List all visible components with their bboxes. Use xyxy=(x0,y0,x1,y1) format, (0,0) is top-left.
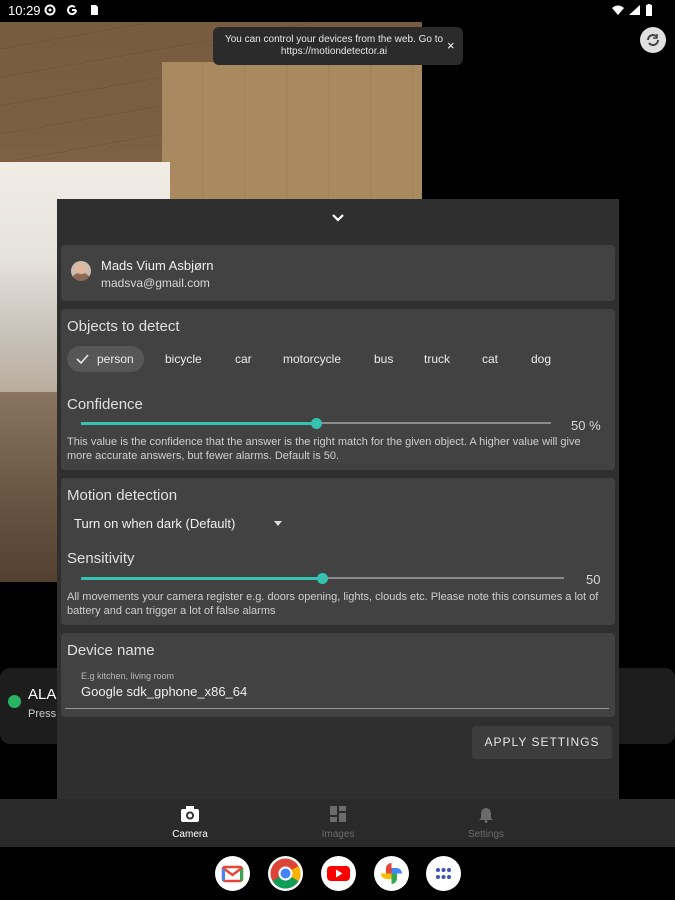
motion-mode-value: Turn on when dark (Default) xyxy=(74,516,236,531)
photos-icon xyxy=(381,863,402,884)
nav-images[interactable]: Images xyxy=(298,799,378,847)
toast-close-button[interactable]: × xyxy=(447,38,455,53)
chip-label: truck xyxy=(424,352,451,366)
device-name-hint: E.g kitchen, living room xyxy=(81,671,175,681)
sensitivity-value: 50 xyxy=(586,572,601,587)
youtube-icon xyxy=(327,866,350,881)
toast-message: You can control your devices from the we… xyxy=(224,34,444,57)
gmail-icon xyxy=(221,865,244,883)
chip-person[interactable]: person xyxy=(67,346,144,372)
confidence-title: Confidence xyxy=(67,396,143,413)
google-notification-icon xyxy=(67,5,78,16)
user-name: Mads Vium Asbjørn xyxy=(101,258,214,273)
chip-label: car xyxy=(235,352,252,366)
chip-motorcycle[interactable]: motorcycle xyxy=(273,346,351,372)
chip-truck[interactable]: truck xyxy=(414,346,460,372)
user-email: madsva@gmail.com xyxy=(101,276,210,290)
device-title: Device name xyxy=(67,642,155,659)
rotate-camera-icon xyxy=(647,34,659,46)
alarm-status-dot xyxy=(8,695,21,708)
chip-cat[interactable]: cat xyxy=(472,346,508,372)
objects-card: Objects to detect person bicycle car mot… xyxy=(61,309,615,470)
device-name-underline xyxy=(65,708,609,709)
bell-icon xyxy=(479,808,493,823)
settings-notification-icon xyxy=(44,4,56,16)
sd-card-icon xyxy=(91,5,98,15)
settings-sheet: Mads Vium Asbjørn madsva@gmail.com Objec… xyxy=(57,199,619,799)
device-name-value: Google sdk_gphone_x86_64 xyxy=(81,684,248,699)
motion-card: Motion detection Turn on when dark (Defa… xyxy=(61,478,615,625)
alarm-subtitle: Press xyxy=(28,708,57,720)
nav-label: Camera xyxy=(172,829,208,840)
nav-label: Settings xyxy=(467,829,505,840)
chip-label: dog xyxy=(531,352,552,366)
chrome-icon xyxy=(270,858,301,889)
sensitivity-title: Sensitivity xyxy=(67,550,135,567)
check-icon xyxy=(76,354,89,365)
switch-camera-button[interactable] xyxy=(640,27,666,53)
battery-icon xyxy=(646,4,652,16)
app-drawer-icon xyxy=(436,868,451,879)
youtube-app[interactable] xyxy=(321,856,356,891)
sensitivity-slider-thumb[interactable] xyxy=(317,572,328,584)
camera-icon xyxy=(181,806,199,822)
chip-label: bus xyxy=(374,352,394,366)
status-bar: 10:29 xyxy=(0,0,675,22)
confidence-value: 50 % xyxy=(571,418,601,433)
confidence-help: This value is the confidence that the an… xyxy=(67,436,581,462)
status-time: 10:29 xyxy=(8,3,41,18)
chip-bus[interactable]: bus xyxy=(364,346,403,372)
device-card: Device name E.g kitchen, living room Goo… xyxy=(61,633,615,717)
nav-settings[interactable]: Settings xyxy=(446,799,526,847)
taskbar xyxy=(0,847,675,900)
chrome-app[interactable] xyxy=(268,856,303,891)
images-icon xyxy=(330,806,346,822)
web-control-toast: You can control your devices from the we… xyxy=(213,27,463,65)
confidence-slider-thumb[interactable] xyxy=(310,417,322,429)
nav-camera[interactable]: Camera xyxy=(150,799,230,847)
nav-label: Images xyxy=(321,829,355,840)
gmail-app[interactable] xyxy=(215,856,250,891)
chevron-down-icon[interactable] xyxy=(331,211,345,225)
alarm-title: ALA xyxy=(28,686,57,703)
chip-label: person xyxy=(97,352,134,366)
sensitivity-slider-fill xyxy=(81,576,323,580)
apply-settings-button[interactable]: APPLY SETTINGS xyxy=(472,726,612,759)
objects-title: Objects to detect xyxy=(67,318,180,335)
chip-bicycle[interactable]: bicycle xyxy=(155,346,212,372)
photos-app[interactable] xyxy=(374,856,409,891)
user-card: Mads Vium Asbjørn madsva@gmail.com xyxy=(61,245,615,301)
app-drawer[interactable] xyxy=(426,856,461,891)
bottom-navigation: Camera Images Settings xyxy=(0,799,675,847)
chip-label: bicycle xyxy=(165,352,202,366)
motion-title: Motion detection xyxy=(67,487,178,504)
chip-dog[interactable]: dog xyxy=(521,346,561,372)
chip-car[interactable]: car xyxy=(225,346,262,372)
dropdown-arrow-icon xyxy=(274,521,282,526)
confidence-slider-fill xyxy=(81,421,316,425)
cell-signal-icon xyxy=(629,5,640,15)
wifi-icon xyxy=(612,5,624,15)
chip-label: motorcycle xyxy=(283,352,342,366)
sensitivity-help: All movements your camera register e.g. … xyxy=(67,591,599,617)
avatar xyxy=(71,261,91,281)
chip-label: cat xyxy=(482,352,499,366)
